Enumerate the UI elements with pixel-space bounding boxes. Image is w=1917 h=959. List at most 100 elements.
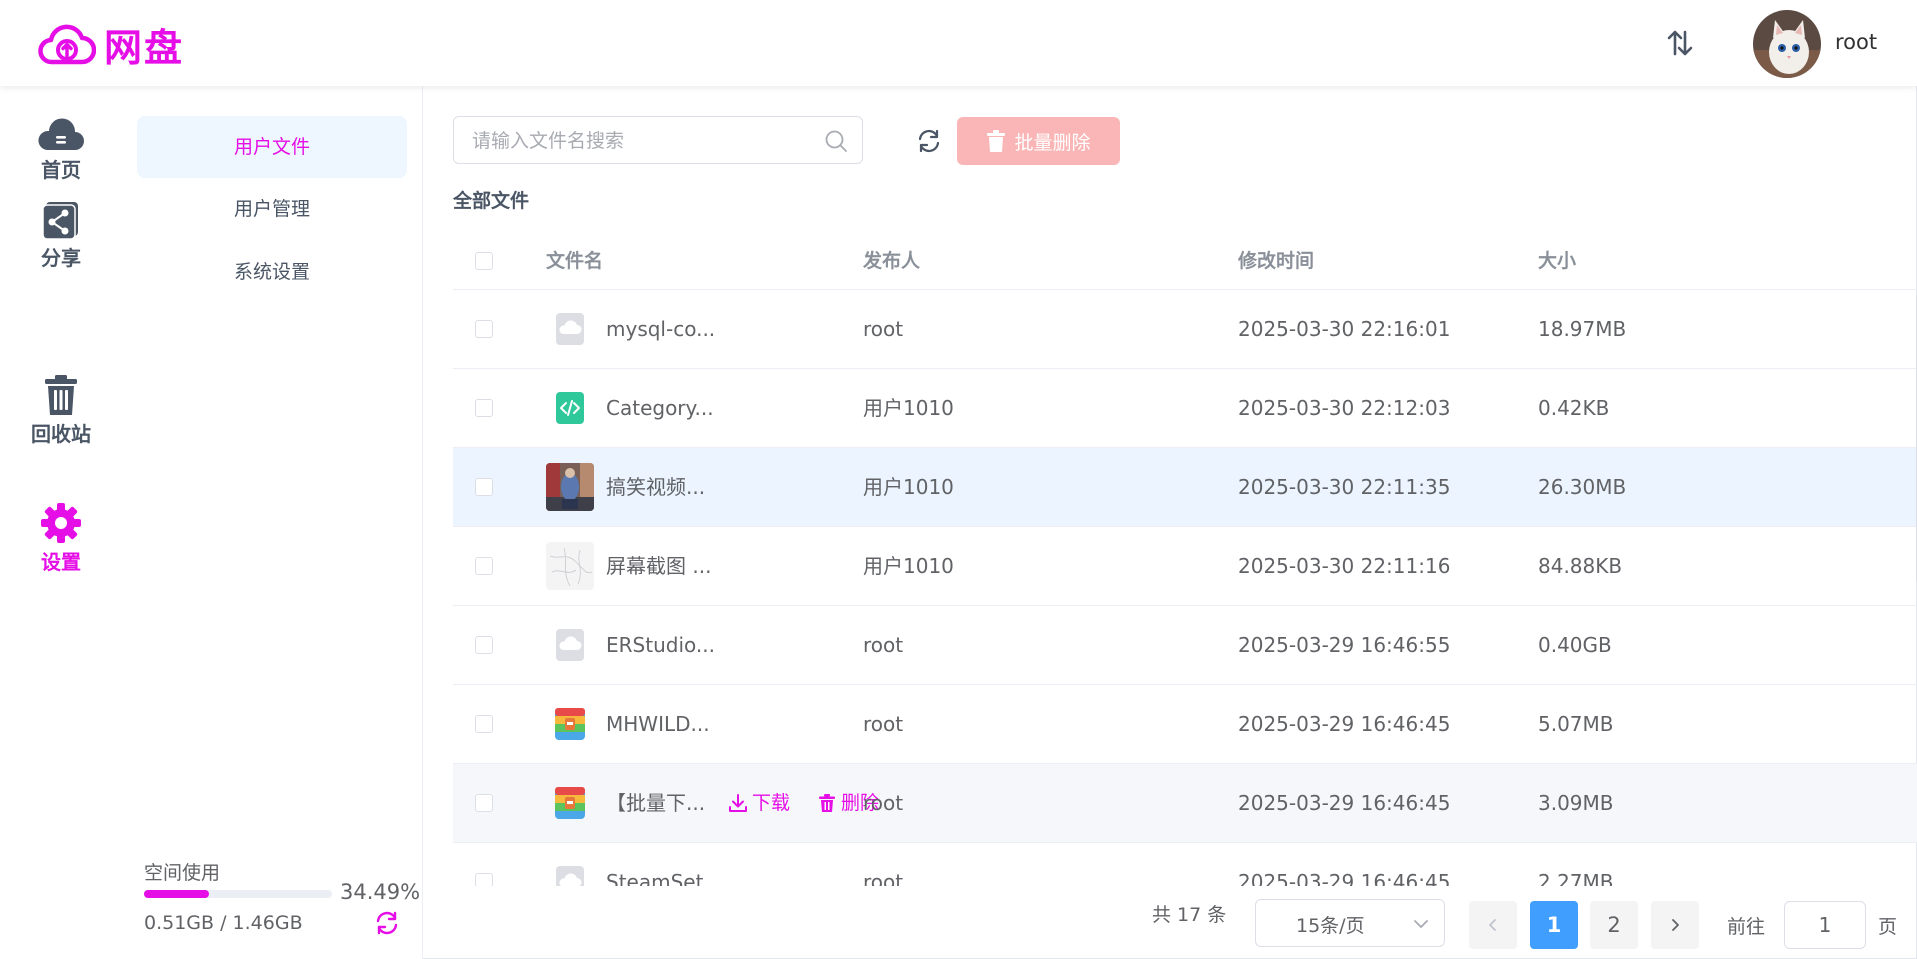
- main-content: 批量删除 全部文件 文件名 发布人 修改时间 大小 mysql-co... ro…: [423, 86, 1917, 959]
- download-icon: [729, 794, 747, 812]
- storage-refresh-icon[interactable]: [374, 910, 400, 936]
- goto-page-input[interactable]: [1784, 901, 1866, 949]
- search-input[interactable]: [470, 125, 814, 157]
- storage-percent: 34.49%: [340, 880, 421, 904]
- username[interactable]: root: [1835, 30, 1877, 54]
- app-logo[interactable]: 网盘: [38, 20, 184, 70]
- select-all-checkbox[interactable]: [475, 252, 493, 270]
- file-modified: 2025-03-29 16:46:45: [1238, 791, 1451, 815]
- table-row[interactable]: 【批量下... 下载 删除 root 2025-03-29 16:46:45 3…: [453, 764, 1917, 843]
- file-size: 0.42KB: [1538, 396, 1610, 420]
- table-row[interactable]: Category... 用户1010 2025-03-30 22:12:03 0…: [453, 369, 1917, 448]
- file-size: 3.09MB: [1538, 791, 1614, 815]
- user-avatar[interactable]: [1753, 10, 1821, 78]
- download-action[interactable]: 下载: [728, 764, 790, 842]
- row-checkbox[interactable]: [475, 557, 493, 575]
- row-checkbox[interactable]: [475, 715, 493, 733]
- bulk-delete-button[interactable]: 批量删除: [957, 117, 1120, 165]
- bulk-delete-label: 批量删除: [1014, 131, 1091, 154]
- row-checkbox[interactable]: [475, 794, 493, 812]
- breadcrumb[interactable]: 全部文件: [453, 186, 529, 213]
- table-row[interactable]: ERStudio... root 2025-03-29 16:46:55 0.4…: [453, 606, 1917, 685]
- file-publisher: root: [863, 791, 904, 815]
- trash-icon: [987, 130, 1006, 152]
- storage-progress-bar: [144, 890, 332, 898]
- file-modified: 2025-03-29 16:46:55: [1238, 633, 1451, 657]
- file-modified: 2025-03-29 16:46:45: [1238, 712, 1451, 736]
- file-size: 0.40GB: [1538, 633, 1612, 657]
- file-name[interactable]: 屏幕截图 ...: [606, 527, 711, 605]
- video-thumbnail: [546, 463, 594, 511]
- rail-item-home[interactable]: 首页: [0, 116, 122, 183]
- pagination-total: 共 17 条: [1152, 904, 1227, 926]
- row-checkbox[interactable]: [475, 320, 493, 338]
- table-row[interactable]: SteamSet... root 2025-03-29 16:46:45 2.2…: [453, 843, 1917, 886]
- page-suffix-label: 页: [1878, 916, 1898, 938]
- download-label: 下载: [752, 792, 791, 814]
- column-header-size[interactable]: 大小: [1538, 233, 1576, 289]
- archive-file-icon: [546, 779, 594, 827]
- file-size: 5.07MB: [1538, 712, 1614, 736]
- rail-item-share[interactable]: 分享: [0, 200, 122, 271]
- page-button-1[interactable]: 1: [1530, 901, 1578, 949]
- code-file-icon: [546, 384, 594, 432]
- file-size: 84.88KB: [1538, 554, 1623, 578]
- file-name[interactable]: ERStudio...: [606, 606, 715, 684]
- submenu-user-management[interactable]: 用户管理: [137, 178, 407, 240]
- submenu-user-files[interactable]: 用户文件: [137, 116, 407, 178]
- table-row[interactable]: mysql-co... root 2025-03-30 22:16:01 18.…: [453, 290, 1917, 369]
- table-row[interactable]: MHWILD... root 2025-03-29 16:46:45 5.07M…: [453, 685, 1917, 764]
- chevron-right-icon: [1672, 919, 1679, 931]
- file-name[interactable]: mysql-co...: [606, 290, 715, 368]
- file-publisher: root: [863, 633, 904, 657]
- column-header-publisher[interactable]: 发布人: [863, 233, 920, 289]
- row-checkbox[interactable]: [475, 636, 493, 654]
- storage-progress-fill: [144, 890, 209, 898]
- goto-label: 前往: [1727, 916, 1766, 938]
- column-header-name[interactable]: 文件名: [546, 233, 603, 289]
- storage-size: 0.51GB / 1.46GB: [144, 912, 303, 934]
- file-name[interactable]: 【批量下...: [606, 764, 705, 842]
- search-icon[interactable]: [824, 129, 848, 153]
- file-publisher: 用户1010: [863, 475, 954, 499]
- file-modified: 2025-03-30 22:11:35: [1238, 475, 1451, 499]
- chevron-left-icon: [1489, 919, 1496, 931]
- image-thumbnail: [546, 542, 594, 590]
- top-header: 网盘 root: [0, 0, 1917, 86]
- rail-label: 设置: [41, 550, 81, 574]
- storage-usage: 空间使用 34.49% 0.51GB / 1.46GB: [144, 858, 420, 935]
- row-checkbox[interactable]: [475, 873, 493, 886]
- rail-item-recycle-bin[interactable]: 回收站: [0, 374, 122, 447]
- row-checkbox[interactable]: [475, 478, 493, 496]
- file-size: 26.30MB: [1538, 475, 1627, 499]
- file-name[interactable]: Category...: [606, 369, 714, 447]
- archive-file-icon: [546, 700, 594, 748]
- file-name[interactable]: 搞笑视频...: [606, 448, 705, 526]
- transfer-sort-icon[interactable]: [1665, 28, 1695, 58]
- settings-submenu: 用户文件 用户管理 系统设置 空间使用 34.49% 0.51GB / 1.46…: [122, 86, 423, 959]
- column-header-modified[interactable]: 修改时间: [1238, 233, 1314, 289]
- file-size: 18.97MB: [1538, 317, 1627, 341]
- page-size-select[interactable]: 15条/页: [1255, 899, 1445, 947]
- file-modified: 2025-03-30 22:16:01: [1238, 317, 1451, 341]
- table-header: 文件名 发布人 修改时间 大小: [453, 233, 1917, 290]
- share-icon: [42, 202, 78, 240]
- rail-item-settings[interactable]: 设置: [0, 502, 122, 575]
- page-button-2[interactable]: 2: [1590, 901, 1638, 949]
- file-name[interactable]: MHWILD...: [606, 685, 710, 763]
- row-checkbox[interactable]: [475, 399, 493, 417]
- table-row[interactable]: 搞笑视频... 用户1010 2025-03-30 22:11:35 26.30…: [453, 448, 1917, 527]
- file-name[interactable]: SteamSet...: [606, 843, 723, 886]
- submenu-system-settings[interactable]: 系统设置: [137, 241, 407, 303]
- prev-page-button[interactable]: [1469, 901, 1517, 949]
- next-page-button[interactable]: [1651, 901, 1699, 949]
- generic-file-icon: [546, 858, 594, 886]
- rail-label: 首页: [41, 158, 81, 182]
- generic-file-icon: [546, 305, 594, 353]
- app-name: 网盘: [104, 25, 185, 70]
- file-modified: 2025-03-29 16:46:45: [1238, 870, 1451, 886]
- trash-icon: [45, 375, 77, 415]
- nav-rail: 首页 分享 回收站 设置: [0, 86, 123, 959]
- refresh-icon[interactable]: [916, 128, 942, 154]
- table-row[interactable]: 屏幕截图 ... 用户1010 2025-03-30 22:11:16 84.8…: [453, 527, 1917, 606]
